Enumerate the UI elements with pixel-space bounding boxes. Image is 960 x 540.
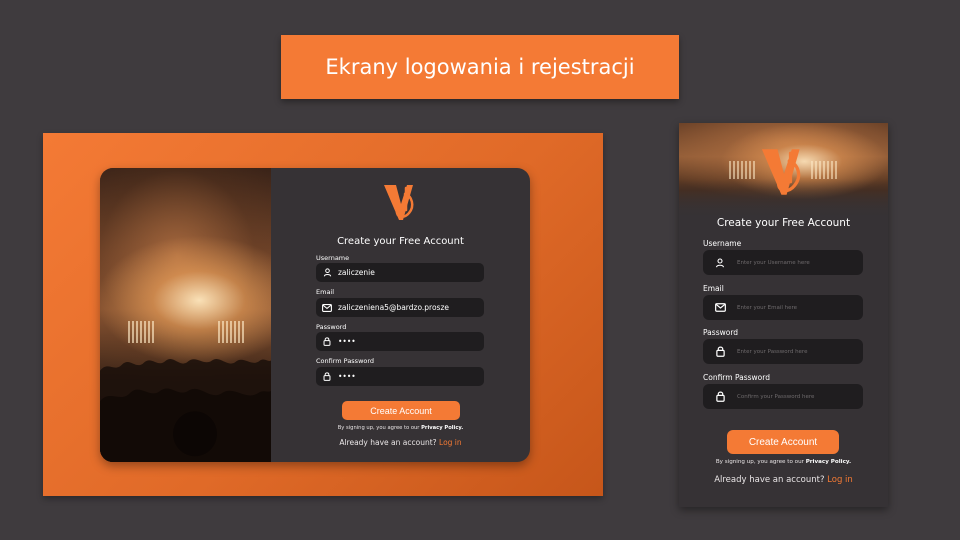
password-label: Password [703, 328, 739, 337]
desktop-form-title: Create your Free Account [337, 236, 464, 247]
password-field[interactable]: Enter your Password here [703, 339, 863, 364]
email-value: zaliczeniena5@bardzo.prosze [338, 303, 450, 312]
login-prompt: Already have an account? Log in [679, 475, 888, 485]
password-placeholder: Enter your Password here [737, 348, 808, 355]
username-label: Username [316, 254, 350, 262]
lock-icon [703, 339, 737, 364]
privacy-policy-link[interactable]: Privacy Policy. [421, 425, 463, 431]
username-field[interactable]: Enter your Username here [703, 250, 863, 275]
app-logo-icon [384, 185, 414, 220]
confirm-password-field[interactable]: Confirm your Password here [703, 384, 863, 409]
create-account-button[interactable]: Create Account [727, 430, 839, 454]
login-prompt-text: Already have an account? [714, 475, 825, 485]
concert-photo [100, 168, 271, 462]
login-prompt-text: Already have an account? [339, 438, 437, 447]
lock-icon [316, 332, 338, 351]
username-field[interactable]: zaliczenie [316, 263, 484, 282]
confirm-password-placeholder: Confirm your Password here [737, 393, 815, 400]
confirm-password-label: Confirm Password [703, 373, 770, 382]
mail-icon [316, 298, 338, 317]
terms-prefix: By signing up, you agree to our [715, 459, 804, 465]
terms-prefix: By signing up, you agree to our [337, 425, 420, 431]
mobile-mockup: Create your Free Account Username Enter … [679, 123, 888, 507]
username-label: Username [703, 239, 742, 248]
desktop-form-pane: Create your Free Account Username zalicz… [271, 168, 530, 462]
password-value: •••• [338, 337, 356, 346]
username-placeholder: Enter your Username here [737, 259, 810, 266]
create-account-button[interactable]: Create Account [342, 401, 460, 420]
privacy-policy-link[interactable]: Privacy Policy. [806, 459, 851, 465]
email-label: Email [703, 284, 724, 293]
password-label: Password [316, 323, 347, 331]
stage-lights-left [729, 161, 757, 179]
email-field[interactable]: Enter your Email here [703, 295, 863, 320]
login-prompt: Already have an account? Log in [271, 438, 530, 447]
confirm-password-field[interactable]: •••• [316, 367, 484, 386]
email-field[interactable]: zaliczeniena5@bardzo.prosze [316, 298, 484, 317]
desktop-mockup: Create your Free Account Username zalicz… [43, 133, 603, 496]
password-field[interactable]: •••• [316, 332, 484, 351]
mail-icon [703, 295, 737, 320]
confirm-password-label: Confirm Password [316, 357, 375, 365]
crowd-silhouette [100, 358, 271, 462]
login-link[interactable]: Log in [827, 475, 853, 485]
mobile-form-title: Create your Free Account [716, 217, 851, 229]
terms-text: By signing up, you agree to our Privacy … [271, 425, 530, 431]
user-icon [316, 263, 338, 282]
login-link[interactable]: Log in [439, 438, 462, 447]
stage-lights-right [811, 161, 839, 179]
lock-icon [316, 367, 338, 386]
lock-icon [703, 384, 737, 409]
user-icon [703, 250, 737, 275]
email-label: Email [316, 288, 335, 296]
terms-text: By signing up, you agree to our Privacy … [679, 459, 888, 465]
email-placeholder: Enter your Email here [737, 304, 798, 311]
confirm-password-value: •••• [338, 372, 356, 381]
username-value: zaliczenie [338, 268, 375, 277]
app-logo-icon [761, 149, 801, 195]
desktop-signup-card: Create your Free Account Username zalicz… [100, 168, 530, 462]
slide-title: Ekrany logowania i rejestracji [281, 35, 679, 99]
